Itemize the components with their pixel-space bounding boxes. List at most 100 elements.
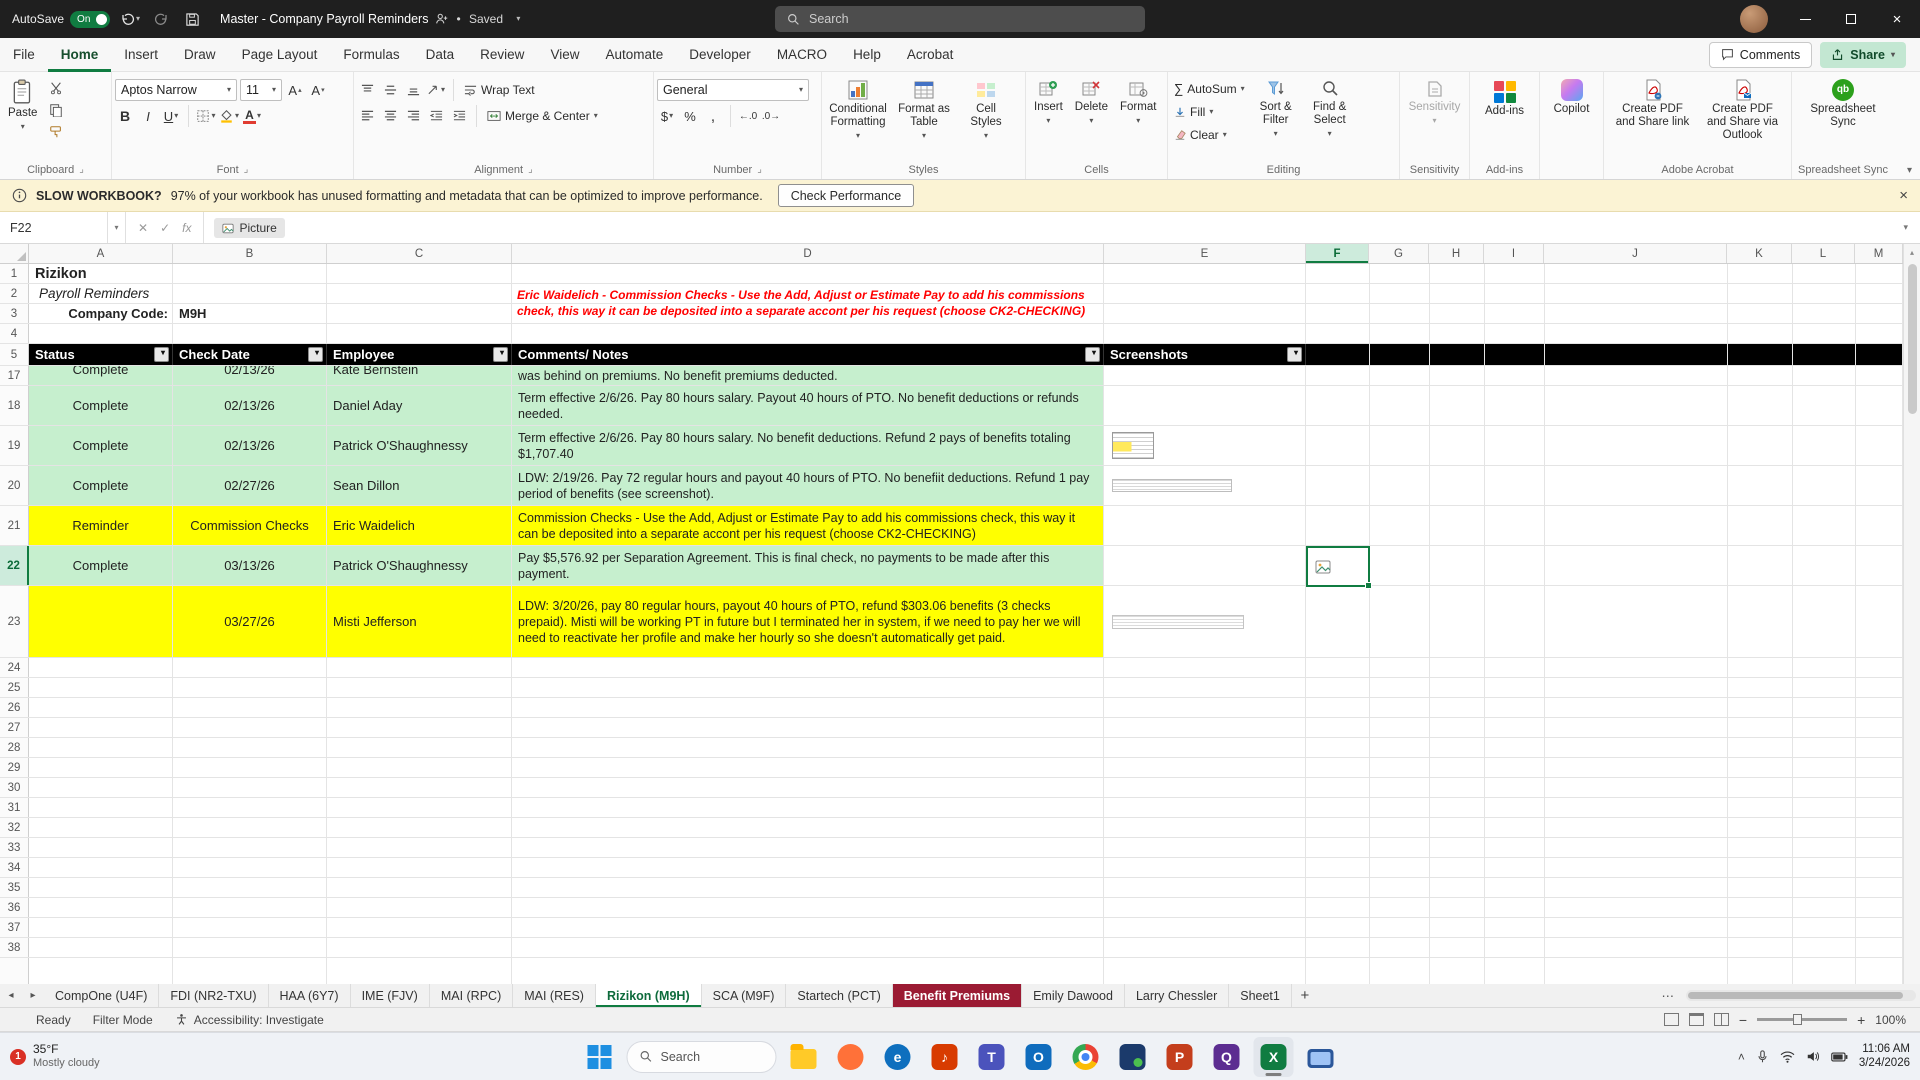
row-header[interactable]: 31 xyxy=(0,798,29,817)
align-top-icon[interactable] xyxy=(357,80,377,100)
conditional-formatting-button[interactable]: Conditional Formatting▾ xyxy=(825,75,891,140)
page-layout-view-icon[interactable] xyxy=(1689,1013,1704,1026)
comments-button[interactable]: Comments xyxy=(1709,42,1812,68)
row-header[interactable]: 33 xyxy=(0,838,29,857)
profile-avatar[interactable] xyxy=(1740,5,1768,33)
weather-widget[interactable]: 1 35°F Mostly cloudy xyxy=(10,1043,100,1069)
zoom-slider-knob[interactable] xyxy=(1793,1014,1802,1025)
cell-check-date[interactable]: 02/13/26 xyxy=(173,366,327,385)
decrease-indent-icon[interactable] xyxy=(426,106,446,126)
empty-cell[interactable] xyxy=(512,858,1104,877)
col-header-m[interactable]: M xyxy=(1855,244,1903,263)
row-header[interactable]: 17 xyxy=(0,366,29,385)
format-as-table-button[interactable]: Format as Table▾ xyxy=(893,75,955,140)
saved-status[interactable]: • Saved ▾ xyxy=(456,12,520,26)
cell-employee[interactable]: Misti Jefferson xyxy=(327,586,512,657)
increase-decimal-icon[interactable]: ←.0 xyxy=(738,106,758,126)
zoom-out-icon[interactable]: − xyxy=(1739,1012,1747,1028)
fill-handle[interactable] xyxy=(1365,582,1372,589)
teams-icon[interactable]: T xyxy=(972,1037,1012,1077)
row-header[interactable]: 1 xyxy=(0,264,29,283)
empty-cell[interactable] xyxy=(512,718,1104,737)
taskbar-clock[interactable]: 11:06 AM 3/24/2026 xyxy=(1859,1043,1910,1071)
sheet-tab-ime-fjv[interactable]: IME (FJV) xyxy=(351,984,430,1007)
share-button[interactable]: Share ▾ xyxy=(1820,42,1906,68)
cell-styles-button[interactable]: Cell Styles▾ xyxy=(957,75,1015,140)
copy-icon[interactable] xyxy=(46,101,66,119)
sheet-nav-left-icon[interactable]: ◂ xyxy=(0,984,22,1007)
undo-button[interactable]: ▾ xyxy=(119,8,141,30)
header-check-date[interactable]: Check Date▾ xyxy=(173,344,327,365)
cancel-entry-icon[interactable]: ✕ xyxy=(138,221,148,235)
cell-notes[interactable]: Term effective 2/6/26. Pay 80 hours sala… xyxy=(512,426,1104,465)
number-format-select[interactable]: General▾ xyxy=(657,79,809,101)
tab-insert[interactable]: Insert xyxy=(111,38,171,72)
sheet-tab-larry-chessler[interactable]: Larry Chessler xyxy=(1125,984,1229,1007)
wrap-text-button[interactable]: Wrap Text xyxy=(461,80,538,101)
decrease-font-size-icon[interactable]: A▾ xyxy=(308,80,328,100)
empty-cell[interactable] xyxy=(29,838,173,857)
row-header[interactable]: 22 xyxy=(0,546,29,585)
empty-cell[interactable] xyxy=(29,698,173,717)
row-header[interactable]: 38 xyxy=(0,938,29,957)
empty-cell[interactable] xyxy=(1104,878,1306,897)
outlook-icon[interactable]: O xyxy=(1019,1037,1059,1077)
autosave-toggle[interactable]: AutoSave On xyxy=(12,11,110,28)
empty-cell[interactable] xyxy=(1104,838,1306,857)
font-name-select[interactable]: Aptos Narrow▾ xyxy=(115,79,237,101)
row-header[interactable]: 29 xyxy=(0,758,29,777)
row-header[interactable]: 4 xyxy=(0,324,29,343)
cell-employee[interactable]: Patrick O'Shaughnessy xyxy=(327,426,512,465)
italic-icon[interactable]: I xyxy=(138,106,158,126)
header-status[interactable]: Status▾ xyxy=(29,344,173,365)
empty-cell[interactable] xyxy=(512,678,1104,697)
sheet-tab-startech-pct[interactable]: Startech (PCT) xyxy=(786,984,892,1007)
wifi-icon[interactable] xyxy=(1780,1051,1795,1063)
align-bottom-icon[interactable] xyxy=(403,80,423,100)
zoom-in-icon[interactable]: + xyxy=(1857,1012,1865,1028)
tray-chevron-up-icon[interactable]: ˄ xyxy=(1738,1050,1745,1064)
battery-icon[interactable] xyxy=(1831,1052,1848,1062)
align-center-icon[interactable] xyxy=(380,106,400,126)
empty-cell[interactable] xyxy=(327,798,512,817)
cell-notes[interactable]: was behind on premiums. No benefit premi… xyxy=(512,366,1104,385)
increase-font-size-icon[interactable]: A▴ xyxy=(285,80,305,100)
empty-cell[interactable] xyxy=(512,898,1104,917)
sheet-tab-mai-res[interactable]: MAI (RES) xyxy=(513,984,596,1007)
close-button[interactable]: × xyxy=(1874,0,1920,38)
underline-icon[interactable]: U▾ xyxy=(161,106,181,126)
font-size-select[interactable]: 11▾ xyxy=(240,79,282,101)
create-pdf-share-link-button[interactable]: Create PDF and Share link xyxy=(1609,75,1697,129)
clear-button[interactable]: Clear▾ xyxy=(1171,124,1248,145)
empty-cell[interactable] xyxy=(327,718,512,737)
cell-check-date[interactable]: 02/13/26 xyxy=(173,386,327,425)
select-all-corner[interactable] xyxy=(0,244,29,263)
col-header-i[interactable]: I xyxy=(1484,244,1544,263)
cell-screenshot[interactable] xyxy=(1104,546,1306,585)
filter-dropdown-icon[interactable]: ▾ xyxy=(493,347,508,362)
filter-dropdown-icon[interactable]: ▾ xyxy=(154,347,169,362)
sort-filter-button[interactable]: Sort & Filter▾ xyxy=(1250,75,1302,138)
sensitivity-button[interactable]: Sensitivity▾ xyxy=(1404,75,1466,125)
empty-cell[interactable] xyxy=(1104,658,1306,677)
empty-cell[interactable] xyxy=(29,918,173,937)
empty-cell[interactable] xyxy=(327,938,512,957)
remote-desktop-icon[interactable] xyxy=(1301,1037,1341,1077)
font-color-icon[interactable]: A▾ xyxy=(242,106,262,126)
empty-cell[interactable] xyxy=(327,838,512,857)
row-header[interactable]: 30 xyxy=(0,778,29,797)
row-header[interactable]: 19 xyxy=(0,426,29,465)
name-box[interactable]: F22 xyxy=(0,212,108,243)
empty-cell[interactable] xyxy=(1104,918,1306,937)
empty-cell[interactable] xyxy=(29,778,173,797)
empty-cell[interactable] xyxy=(512,738,1104,757)
currency-format-icon[interactable]: $▾ xyxy=(657,106,677,126)
cell-screenshot[interactable] xyxy=(1104,366,1306,385)
increase-indent-icon[interactable] xyxy=(449,106,469,126)
spreadsheet-sync-button[interactable]: qb Spreadsheet Sync xyxy=(1795,75,1891,129)
empty-cell[interactable] xyxy=(1104,798,1306,817)
row-header[interactable]: 36 xyxy=(0,898,29,917)
cell-screenshot[interactable] xyxy=(1104,586,1306,657)
empty-cell[interactable] xyxy=(29,818,173,837)
addins-button[interactable]: Add-ins xyxy=(1480,75,1529,118)
